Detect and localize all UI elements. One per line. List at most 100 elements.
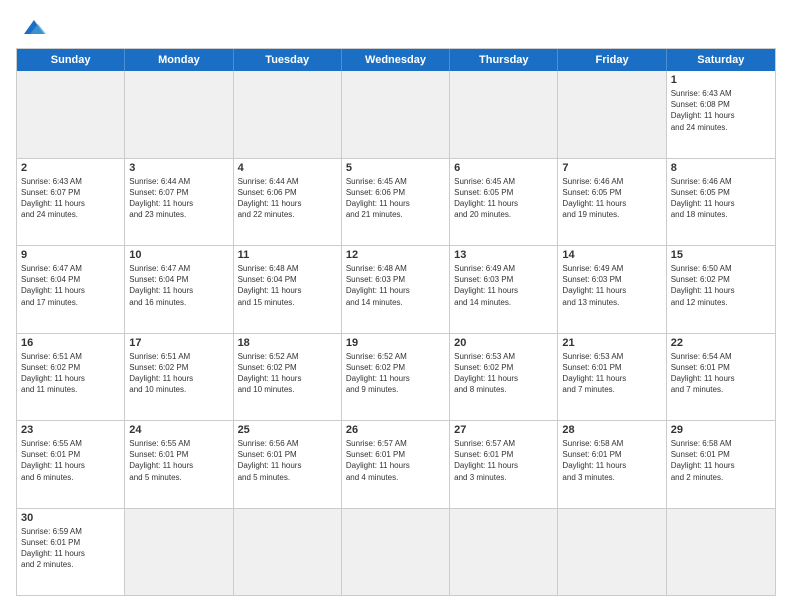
calendar-cell [558,71,666,158]
cell-info: Sunrise: 6:52 AM Sunset: 6:02 PM Dayligh… [238,351,337,396]
calendar-day-header: Saturday [667,49,775,71]
calendar-row: 16 Sunrise: 6:51 AM Sunset: 6:02 PM Dayli… [17,333,775,421]
calendar-cell: 17Sunrise: 6:51 AM Sunset: 6:02 PM Dayli… [125,334,233,421]
cell-info: Sunrise: 6:44 AM Sunset: 6:07 PM Dayligh… [129,176,228,221]
cell-info: Sunrise: 6:59 AM Sunset: 6:01 PM Dayligh… [21,526,120,571]
calendar-cell: 12 Sunrise: 6:48 AM Sunset: 6:03 PM Dayli… [342,246,450,333]
day-number: 6 [454,162,553,174]
day-number: 21 [562,337,661,349]
calendar-cell: 26Sunrise: 6:57 AM Sunset: 6:01 PM Dayli… [342,421,450,508]
day-number: 14 [562,249,661,261]
cell-info: Sunrise: 6:51 AM Sunset: 6:02 PM Dayligh… [129,351,228,396]
day-number: 29 [671,424,771,436]
cell-info: Sunrise: 6:49 AM Sunset: 6:03 PM Dayligh… [562,263,661,308]
page: SundayMondayTuesdayWednesdayThursdayFrid… [0,0,792,612]
cell-info: Sunrise: 6:46 AM Sunset: 6:05 PM Dayligh… [562,176,661,221]
day-number: 28 [562,424,661,436]
calendar-cell [667,509,775,596]
calendar-cell: 13Sunrise: 6:49 AM Sunset: 6:03 PM Dayli… [450,246,558,333]
day-number: 18 [238,337,337,349]
calendar-day-header: Tuesday [234,49,342,71]
day-number: 16 [21,337,120,349]
calendar-cell [234,71,342,158]
calendar-cell: 19 Sunrise: 6:52 AM Sunset: 6:02 PM Dayli… [342,334,450,421]
day-number: 30 [21,512,120,524]
cell-info: Sunrise: 6:44 AM Sunset: 6:06 PM Dayligh… [238,176,337,221]
calendar-cell [125,71,233,158]
day-number: 12 [346,249,445,261]
cell-info: Sunrise: 6:45 AM Sunset: 6:06 PM Dayligh… [346,176,445,221]
cell-info: Sunrise: 6:51 AM Sunset: 6:02 PM Dayligh… [21,351,120,396]
day-number: 22 [671,337,771,349]
calendar-cell [125,509,233,596]
day-number: 9 [21,249,120,261]
calendar-cell: 15Sunrise: 6:50 AM Sunset: 6:02 PM Dayli… [667,246,775,333]
day-number: 13 [454,249,553,261]
calendar-cell [342,509,450,596]
cell-info: Sunrise: 6:55 AM Sunset: 6:01 PM Dayligh… [21,438,120,483]
calendar-day-header: Thursday [450,49,558,71]
day-number: 20 [454,337,553,349]
calendar-cell: 10Sunrise: 6:47 AM Sunset: 6:04 PM Dayli… [125,246,233,333]
calendar-cell: 18 Sunrise: 6:52 AM Sunset: 6:02 PM Dayli… [234,334,342,421]
day-number: 24 [129,424,228,436]
cell-info: Sunrise: 6:57 AM Sunset: 6:01 PM Dayligh… [454,438,553,483]
cell-info: Sunrise: 6:48 AM Sunset: 6:04 PM Dayligh… [238,263,337,308]
day-number: 8 [671,162,771,174]
calendar-cell: 1Sunrise: 6:43 AM Sunset: 6:08 PM Daylig… [667,71,775,158]
cell-info: Sunrise: 6:43 AM Sunset: 6:08 PM Dayligh… [671,88,771,133]
cell-info: Sunrise: 6:56 AM Sunset: 6:01 PM Dayligh… [238,438,337,483]
calendar-cell [17,71,125,158]
cell-info: Sunrise: 6:55 AM Sunset: 6:01 PM Dayligh… [129,438,228,483]
cell-info: Sunrise: 6:48 AM Sunset: 6:03 PM Dayligh… [346,263,445,308]
calendar-cell: 6 Sunrise: 6:45 AM Sunset: 6:05 PM Daylig… [450,159,558,246]
cell-info: Sunrise: 6:46 AM Sunset: 6:05 PM Dayligh… [671,176,771,221]
calendar-day-header: Friday [558,49,666,71]
calendar-cell [450,71,558,158]
calendar-cell: 27 Sunrise: 6:57 AM Sunset: 6:01 PM Dayli… [450,421,558,508]
day-number: 19 [346,337,445,349]
cell-info: Sunrise: 6:53 AM Sunset: 6:02 PM Dayligh… [454,351,553,396]
cell-info: Sunrise: 6:53 AM Sunset: 6:01 PM Dayligh… [562,351,661,396]
calendar-cell: 14 Sunrise: 6:49 AM Sunset: 6:03 PM Dayli… [558,246,666,333]
calendar-cell: 3 Sunrise: 6:44 AM Sunset: 6:07 PM Daylig… [125,159,233,246]
day-number: 25 [238,424,337,436]
calendar-cell [234,509,342,596]
calendar-cell: 7 Sunrise: 6:46 AM Sunset: 6:05 PM Daylig… [558,159,666,246]
calendar: SundayMondayTuesdayWednesdayThursdayFrid… [16,48,776,596]
calendar-cell [450,509,558,596]
calendar-row: 1Sunrise: 6:43 AM Sunset: 6:08 PM Daylig… [17,71,775,158]
calendar-day-header: Wednesday [342,49,450,71]
calendar-cell: 22Sunrise: 6:54 AM Sunset: 6:01 PM Dayli… [667,334,775,421]
logo [16,16,48,38]
calendar-cell: 2Sunrise: 6:43 AM Sunset: 6:07 PM Daylig… [17,159,125,246]
cell-info: Sunrise: 6:45 AM Sunset: 6:05 PM Dayligh… [454,176,553,221]
day-number: 4 [238,162,337,174]
cell-info: Sunrise: 6:47 AM Sunset: 6:04 PM Dayligh… [21,263,120,308]
calendar-cell: 11 Sunrise: 6:48 AM Sunset: 6:04 PM Dayli… [234,246,342,333]
day-number: 27 [454,424,553,436]
calendar-cell: 29 Sunrise: 6:58 AM Sunset: 6:01 PM Dayli… [667,421,775,508]
day-number: 3 [129,162,228,174]
cell-info: Sunrise: 6:58 AM Sunset: 6:01 PM Dayligh… [671,438,771,483]
day-number: 23 [21,424,120,436]
calendar-body: 1Sunrise: 6:43 AM Sunset: 6:08 PM Daylig… [17,71,775,595]
calendar-row: 23 Sunrise: 6:55 AM Sunset: 6:01 PM Dayli… [17,420,775,508]
calendar-cell [558,509,666,596]
calendar-cell: 9 Sunrise: 6:47 AM Sunset: 6:04 PM Daylig… [17,246,125,333]
day-number: 7 [562,162,661,174]
cell-info: Sunrise: 6:57 AM Sunset: 6:01 PM Dayligh… [346,438,445,483]
cell-info: Sunrise: 6:52 AM Sunset: 6:02 PM Dayligh… [346,351,445,396]
cell-info: Sunrise: 6:43 AM Sunset: 6:07 PM Dayligh… [21,176,120,221]
calendar-row: 30 Sunrise: 6:59 AM Sunset: 6:01 PM Dayli… [17,508,775,596]
calendar-cell: 28 Sunrise: 6:58 AM Sunset: 6:01 PM Dayli… [558,421,666,508]
cell-info: Sunrise: 6:58 AM Sunset: 6:01 PM Dayligh… [562,438,661,483]
calendar-day-header: Sunday [17,49,125,71]
calendar-row: 9 Sunrise: 6:47 AM Sunset: 6:04 PM Daylig… [17,245,775,333]
calendar-cell [342,71,450,158]
calendar-cell: 24 Sunrise: 6:55 AM Sunset: 6:01 PM Dayli… [125,421,233,508]
calendar-cell: 23 Sunrise: 6:55 AM Sunset: 6:01 PM Dayli… [17,421,125,508]
calendar-row: 2Sunrise: 6:43 AM Sunset: 6:07 PM Daylig… [17,158,775,246]
day-number: 11 [238,249,337,261]
calendar-cell: 4 Sunrise: 6:44 AM Sunset: 6:06 PM Daylig… [234,159,342,246]
